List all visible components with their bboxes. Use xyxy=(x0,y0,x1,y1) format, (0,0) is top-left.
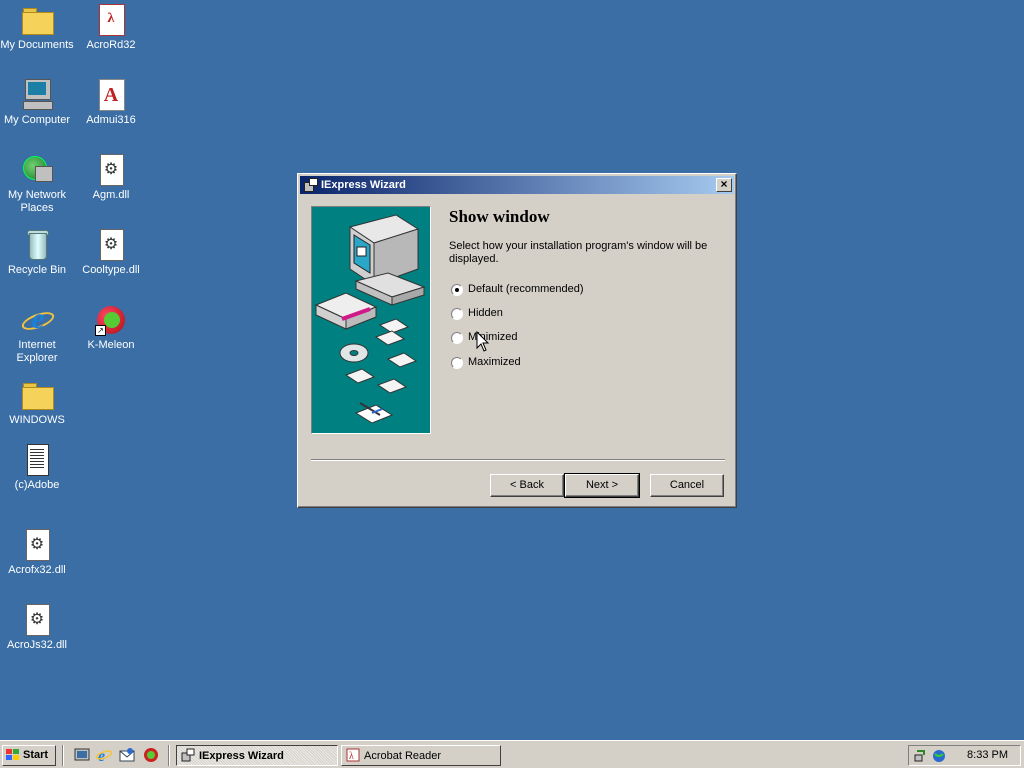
task-label: Acrobat Reader xyxy=(364,750,442,762)
desktop-icon-acrofx32[interactable]: ⚙ Acrofx32.dll xyxy=(0,529,74,577)
desktop-icon-label: WINDOWS xyxy=(9,414,65,426)
close-button[interactable]: × xyxy=(716,178,732,192)
show-desktop-icon[interactable] xyxy=(74,747,90,763)
computer-install-illustration xyxy=(314,214,426,424)
page-description: Select how your installation program's w… xyxy=(449,240,708,265)
dll-file-icon: ⚙ xyxy=(21,604,53,636)
desktop-icon-label: Internet Explorer xyxy=(16,339,58,364)
dll-file-icon: ⚙ xyxy=(95,229,127,261)
installer-app-icon xyxy=(181,748,195,762)
desktop-icon-label: Agm.dll xyxy=(92,189,130,201)
back-button[interactable]: < Back xyxy=(490,474,564,497)
k-meleon-quicklaunch-icon[interactable] xyxy=(143,747,159,763)
divider xyxy=(311,459,725,461)
desktop-icon-my-computer[interactable]: My Computer xyxy=(0,79,74,127)
desktop-icon-label: Cooltype.dll xyxy=(82,264,140,276)
system-tray: 8:33 PM xyxy=(908,745,1021,766)
internet-explorer-icon: e xyxy=(19,302,57,336)
my-computer-icon xyxy=(21,79,53,111)
windows-logo-icon xyxy=(6,749,20,761)
dll-file-icon: ⚙ xyxy=(95,154,127,186)
window-title: IExpress Wizard xyxy=(321,179,406,191)
installer-app-icon xyxy=(303,178,318,192)
next-button[interactable]: Next > xyxy=(564,473,640,498)
desktop-icon-label: AcroJs32.dll xyxy=(7,639,67,651)
recycle-bin-icon xyxy=(21,229,53,261)
wizard-illustration xyxy=(311,206,431,434)
radio-button[interactable] xyxy=(451,308,463,320)
desktop-icon-internet-explorer[interactable]: e Internet Explorer xyxy=(0,302,74,365)
desktop-icon-c-adobe[interactable]: (c)Adobe xyxy=(0,444,74,492)
network-status-icon[interactable] xyxy=(914,749,928,763)
task-acrobat-reader[interactable]: λ Acrobat Reader xyxy=(341,745,501,766)
network-places-icon xyxy=(21,154,53,186)
desktop-icon-label: My Network Places xyxy=(7,189,67,214)
desktop-icon-windows[interactable]: WINDOWS xyxy=(0,379,74,427)
desktop-icon-label: Recycle Bin xyxy=(7,264,67,276)
dll-file-icon: ⚙ xyxy=(21,529,53,561)
page-title: Show window xyxy=(449,207,550,226)
outlook-express-icon[interactable] xyxy=(119,747,135,763)
radio-label: Maximized xyxy=(468,356,521,368)
desktop-icon-admui316[interactable]: A Admui316 xyxy=(74,79,148,127)
desktop-icon-label: (c)Adobe xyxy=(14,479,60,491)
desktop-icon-recycle-bin[interactable]: Recycle Bin xyxy=(0,229,74,277)
svg-text:e: e xyxy=(98,748,105,763)
radio-label: Default (recommended) xyxy=(468,283,584,295)
desktop-icon-acrojs32[interactable]: ⚙ AcroJs32.dll xyxy=(0,604,74,652)
shortcut-arrow-icon: ↗ xyxy=(95,325,106,336)
desktop-icon-agm-dll[interactable]: ⚙ Agm.dll xyxy=(74,154,148,202)
desktop-icon-label: My Computer xyxy=(3,114,71,126)
taskbar: Start e IExpress Wizard λ Acrobat Reader… xyxy=(0,740,1024,768)
desktop-icon-network-places[interactable]: My Network Places xyxy=(0,154,74,215)
folder-icon xyxy=(21,4,54,36)
radio-button[interactable] xyxy=(451,357,463,369)
task-label: IExpress Wizard xyxy=(199,750,284,762)
clock[interactable]: 8:33 PM xyxy=(967,749,1008,761)
start-label: Start xyxy=(23,749,49,761)
desktop-icon-acrord32[interactable]: λ AcroRd32 xyxy=(74,4,148,52)
desktop-icon-label: Acrofx32.dll xyxy=(8,564,66,576)
desktop-icon-label: My Documents xyxy=(0,39,74,51)
radio-button-selected[interactable] xyxy=(451,284,463,296)
desktop-icon-label: AcroRd32 xyxy=(86,39,136,51)
radio-button[interactable] xyxy=(451,332,463,344)
mouse-cursor-icon xyxy=(476,331,490,352)
taskbar-separator xyxy=(62,745,64,766)
desktop-icon-my-documents[interactable]: My Documents xyxy=(0,4,74,52)
internet-explorer-icon[interactable]: e xyxy=(95,747,113,765)
globe-tray-icon[interactable] xyxy=(932,749,946,763)
cancel-button[interactable]: Cancel xyxy=(650,474,724,497)
desktop-icon-label: Admui316 xyxy=(86,114,136,126)
folder-icon xyxy=(21,379,54,411)
adobe-document-icon: A xyxy=(95,79,127,111)
close-icon: × xyxy=(720,177,728,191)
pdf-app-icon: λ xyxy=(95,4,127,36)
title-bar[interactable]: IExpress Wizard × xyxy=(300,176,734,194)
svg-text:λ: λ xyxy=(349,751,354,762)
desktop-icon-cooltype-dll[interactable]: ⚙ Cooltype.dll xyxy=(74,229,148,277)
desktop-icon-label: K-Meleon xyxy=(87,339,135,351)
acrobat-icon: λ xyxy=(346,748,360,762)
desktop-icon-k-meleon[interactable]: ↗ K-Meleon xyxy=(74,304,148,352)
task-iexpress-wizard[interactable]: IExpress Wizard xyxy=(176,745,338,766)
iexpress-wizard-window: IExpress Wizard × Show window Select how… xyxy=(297,173,737,508)
radio-label: Hidden xyxy=(468,307,503,319)
k-meleon-icon: ↗ xyxy=(95,304,127,336)
start-button[interactable]: Start xyxy=(2,745,56,766)
text-file-icon xyxy=(21,444,53,476)
taskbar-separator xyxy=(168,745,170,766)
